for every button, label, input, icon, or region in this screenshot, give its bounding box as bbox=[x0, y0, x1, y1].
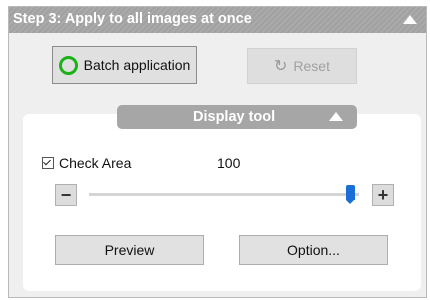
green-ring-icon bbox=[58, 55, 78, 75]
reset-button[interactable]: ↻ Reset bbox=[247, 48, 357, 84]
step-3-panel: Step 3: Apply to all images at once Batc… bbox=[8, 6, 427, 298]
minus-icon: − bbox=[60, 184, 72, 205]
batch-application-button[interactable]: Batch application bbox=[52, 46, 197, 84]
display-tool-title: Display tool bbox=[193, 109, 276, 125]
check-area-label: Check Area bbox=[59, 155, 132, 171]
option-label: Option... bbox=[287, 242, 340, 258]
collapse-up-icon[interactable] bbox=[329, 112, 343, 121]
check-area-checkbox[interactable]: Check Area bbox=[42, 155, 131, 171]
preview-label: Preview bbox=[104, 242, 155, 258]
collapse-up-icon[interactable] bbox=[403, 15, 417, 24]
plus-icon: + bbox=[377, 184, 389, 205]
checkbox-icon[interactable] bbox=[42, 157, 54, 169]
reset-label: Reset bbox=[293, 58, 330, 74]
decrease-button[interactable]: − bbox=[55, 184, 77, 206]
value-slider-thumb[interactable] bbox=[346, 185, 356, 204]
preview-button[interactable]: Preview bbox=[55, 235, 204, 265]
reset-icon: ↻ bbox=[274, 58, 288, 75]
increase-button[interactable]: + bbox=[372, 184, 394, 206]
check-area-value: 100 bbox=[217, 155, 241, 171]
display-tool-header[interactable]: Display tool bbox=[117, 105, 357, 129]
step-title: Step 3: Apply to all images at once bbox=[13, 11, 252, 27]
step-header[interactable]: Step 3: Apply to all images at once bbox=[9, 7, 426, 33]
option-button[interactable]: Option... bbox=[239, 235, 388, 265]
batch-application-label: Batch application bbox=[83, 57, 191, 73]
display-tool-panel: Display tool Check Area 100 − + Preview … bbox=[23, 105, 421, 291]
value-slider-track[interactable] bbox=[89, 193, 359, 196]
